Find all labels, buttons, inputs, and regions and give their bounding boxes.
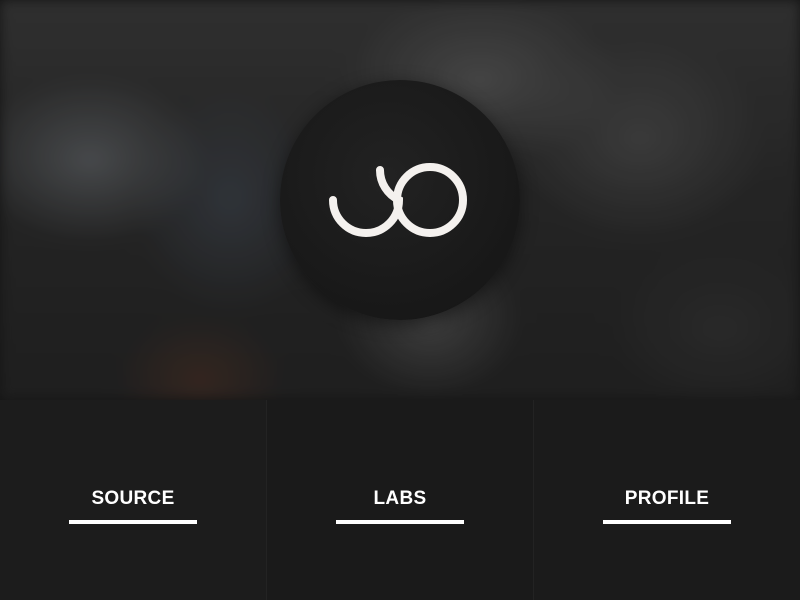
infinity-swirl-icon [329, 163, 467, 237]
nav-label-profile[interactable]: PROFILE [534, 488, 800, 510]
nav-item-profile[interactable]: PROFILE [534, 400, 800, 600]
nav-underline-source [69, 520, 197, 524]
nav-item-source[interactable]: SOURCE [0, 400, 267, 600]
nav-underline-profile [603, 520, 731, 524]
nav-underline-labs [336, 520, 464, 524]
landing-page: SOURCE LABS PROFILE [0, 0, 800, 600]
nav-label-source[interactable]: SOURCE [0, 488, 266, 510]
nav-label-labs[interactable]: LABS [267, 488, 533, 510]
nav-item-labs[interactable]: LABS [267, 400, 534, 600]
bottom-navigation: SOURCE LABS PROFILE [0, 400, 800, 600]
